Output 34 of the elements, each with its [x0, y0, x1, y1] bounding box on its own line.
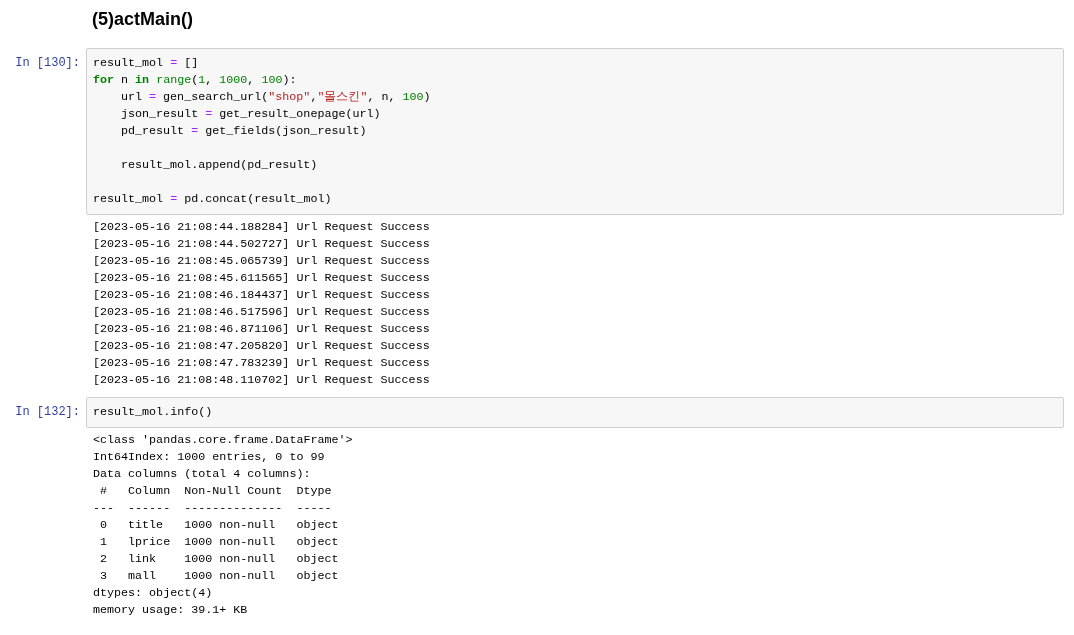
- output-line: [2023-05-16 21:08:44.502727] Url Request Success: [93, 236, 430, 253]
- output-line: 2 link 1000 non-null object: [99, 551, 339, 568]
- output-line: [2023-05-16 21:08:46.184437] Url Request Success: [93, 287, 430, 304]
- section-heading: (5)actMain(): [92, 8, 194, 31]
- output-line: 1 lprice 1000 non-null object: [99, 534, 339, 551]
- output-line: [2023-05-16 21:08:47.783239] Url Request Success: [93, 355, 430, 372]
- output-line: [2023-05-16 21:08:47.205820] Url Request Success: [93, 338, 430, 355]
- output-line: memory usage: 39.1+ KB: [93, 602, 248, 619]
- output-line: <class 'pandas.core.frame.DataFrame'>: [93, 432, 353, 449]
- code-line: result_mol.info(): [93, 404, 213, 421]
- output-line: Data columns (total 4 columns):: [93, 466, 311, 483]
- output-line: [2023-05-16 21:08:45.611565] Url Request Success: [93, 270, 430, 287]
- output-line: [2023-05-16 21:08:45.065739] Url Request Success: [93, 253, 430, 270]
- output-line: --- ------ -------------- -----: [93, 500, 333, 517]
- output-line: Int64Index: 1000 entries, 0 to 99: [93, 449, 325, 466]
- code-line: pd_result = get_fields(json_result): [120, 123, 367, 140]
- code-line: for n in range(1, 1000, 100):: [93, 72, 297, 89]
- output-line: dtypes: object(4): [93, 585, 213, 602]
- code-line: url = gen_search_url("shop","몰스킨", n, 100): [120, 89, 431, 106]
- output-line: [2023-05-16 21:08:46.871106] Url Request Success: [93, 321, 430, 338]
- cell-prompt: In [130]:: [14, 55, 81, 72]
- output-line: [2023-05-16 21:08:46.517596] Url Request Success: [93, 304, 430, 321]
- output-line: [2023-05-16 21:08:44.188284] Url Request Success: [93, 219, 430, 236]
- code-line: result_mol = []: [93, 55, 199, 72]
- output-line: 3 mall 1000 non-null object: [99, 568, 339, 585]
- code-line: result_mol = pd.concat(result_mol): [93, 191, 332, 208]
- output-line: 0 title 1000 non-null object: [99, 517, 339, 534]
- code-editor[interactable]: [86, 48, 1064, 215]
- code-line: json_result = get_result_onepage(url): [120, 106, 381, 123]
- cell-prompt: In [132]:: [14, 404, 81, 421]
- code-line: result_mol.append(pd_result): [120, 157, 318, 174]
- code-editor[interactable]: result_mol.info(): [86, 397, 1064, 428]
- output-line: # Column Non-Null Count Dtype: [99, 483, 333, 500]
- output-line: [2023-05-16 21:08:48.110702] Url Request Success: [93, 372, 430, 389]
